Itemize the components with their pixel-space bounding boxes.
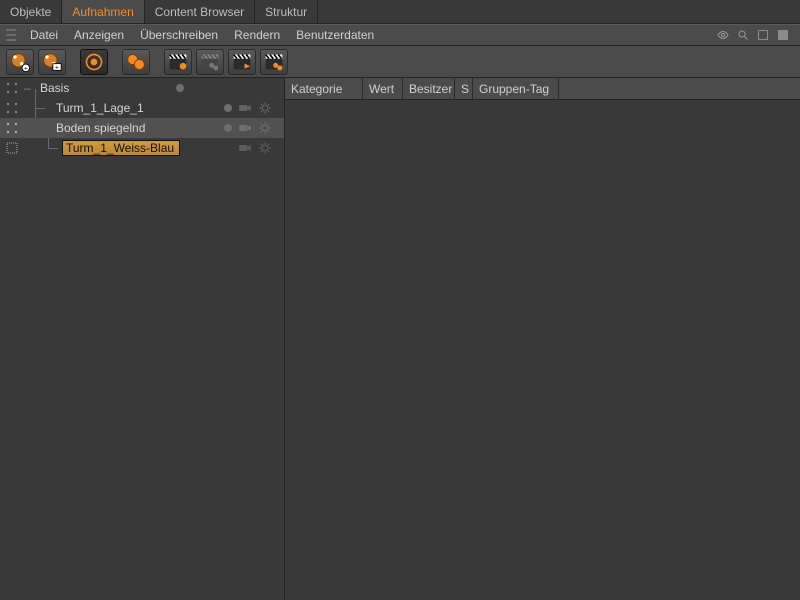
record-dot-icon[interactable]: [176, 84, 184, 92]
new-child-take-button[interactable]: +: [38, 49, 66, 75]
tree-row-basis[interactable]: – Basis: [0, 78, 284, 98]
col-kategorie[interactable]: Kategorie: [285, 78, 363, 99]
toolbar: + +: [0, 46, 800, 78]
menu-bar: Datei Anzeigen Überschreiben Rendern Ben…: [0, 24, 800, 46]
restore-icon[interactable]: [756, 28, 770, 42]
record-dot-icon[interactable]: [224, 104, 232, 112]
take-name: Turm_1_Lage_1: [56, 101, 144, 115]
tab-aufnahmen[interactable]: Aufnahmen: [62, 0, 144, 23]
tab-objekte[interactable]: Objekte: [0, 0, 62, 23]
gear-icon[interactable]: [258, 101, 272, 115]
camera-icon[interactable]: [238, 101, 252, 115]
visibility-toggle[interactable]: [0, 102, 24, 114]
panel-controls: [716, 28, 794, 42]
col-wert[interactable]: Wert: [363, 78, 403, 99]
menu-anzeigen[interactable]: Anzeigen: [66, 24, 132, 46]
grip-icon: [6, 29, 16, 41]
tab-struktur[interactable]: Struktur: [255, 0, 318, 23]
visibility-toggle[interactable]: [0, 142, 24, 154]
gear-icon[interactable]: [258, 141, 272, 155]
eye-icon[interactable]: [716, 28, 730, 42]
take-name: Basis: [40, 81, 69, 95]
take-tree: – Basis Turm_1_Lage_1: [0, 78, 285, 600]
clapper-4-button[interactable]: [260, 49, 288, 75]
col-gruppen-tag[interactable]: Gruppen-Tag: [473, 78, 559, 99]
take-name: Boden spiegelnd: [56, 121, 145, 135]
menu-rendern[interactable]: Rendern: [226, 24, 288, 46]
record-dot-icon[interactable]: [224, 124, 232, 132]
search-icon[interactable]: [736, 28, 750, 42]
clapper-3-button[interactable]: [228, 49, 256, 75]
visibility-toggle[interactable]: [0, 82, 24, 94]
tree-row-turm1[interactable]: Turm_1_Lage_1: [0, 98, 284, 118]
maximize-icon[interactable]: [776, 28, 790, 42]
svg-text:+: +: [55, 64, 59, 71]
new-take-button[interactable]: +: [6, 49, 34, 75]
attribute-panel: Kategorie Wert Besitzer S Gruppen-Tag: [285, 78, 800, 600]
take-name-edit[interactable]: [62, 140, 180, 156]
camera-icon[interactable]: [238, 121, 252, 135]
clapper-2-button[interactable]: [196, 49, 224, 75]
tab-content-browser[interactable]: Content Browser: [145, 0, 255, 23]
tree-row-editing[interactable]: [0, 138, 284, 158]
content-area: – Basis Turm_1_Lage_1: [0, 78, 800, 600]
menu-benutzerdaten[interactable]: Benutzerdaten: [288, 24, 382, 46]
attribute-header: Kategorie Wert Besitzer S Gruppen-Tag: [285, 78, 800, 100]
col-besitzer[interactable]: Besitzer: [403, 78, 455, 99]
col-s[interactable]: S: [455, 78, 473, 99]
tree-row-boden[interactable]: Boden spiegelnd: [0, 118, 284, 138]
menu-ueberschreiben[interactable]: Überschreiben: [132, 24, 226, 46]
menu-datei[interactable]: Datei: [22, 24, 66, 46]
col-spacer: [559, 78, 800, 99]
camera-icon[interactable]: [238, 141, 252, 155]
visibility-toggle[interactable]: [0, 122, 24, 134]
clapper-1-button[interactable]: [164, 49, 192, 75]
panel-tabs: Objekte Aufnahmen Content Browser Strukt…: [0, 0, 800, 24]
svg-text:+: +: [24, 65, 28, 72]
gear-icon[interactable]: [258, 121, 272, 135]
override-groups-button[interactable]: [122, 49, 150, 75]
auto-take-button[interactable]: [80, 49, 108, 75]
